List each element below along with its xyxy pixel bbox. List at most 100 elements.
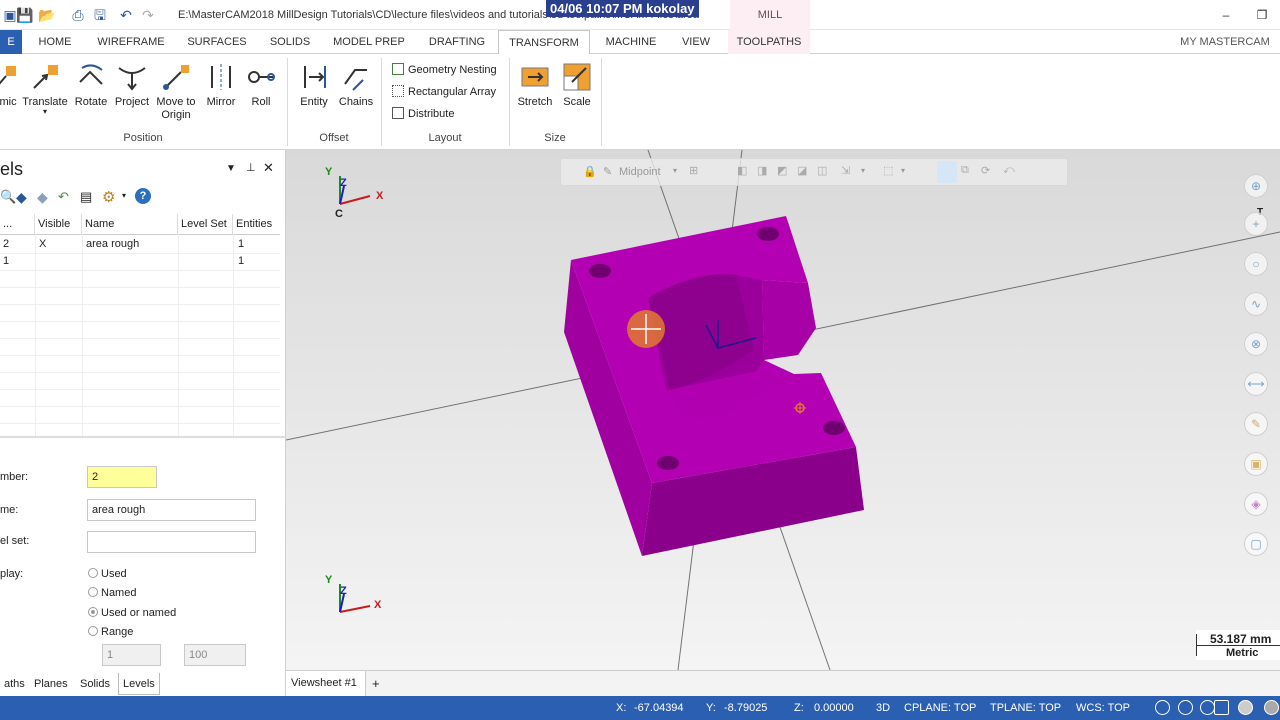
table-row[interactable]: 1 1	[0, 253, 280, 270]
globe-icon[interactable]	[1155, 700, 1170, 715]
verify-select-icon[interactable]	[937, 161, 957, 183]
search-icon[interactable]: 🔍	[0, 189, 16, 205]
tplane-selector[interactable]: TPLANE: TOP	[990, 702, 1061, 714]
pencil-mask-icon[interactable]: ✎	[1244, 412, 1268, 436]
layers-all-icon[interactable]: ◆	[37, 189, 48, 206]
offset-entity-button[interactable]: Entity	[294, 58, 334, 108]
tab-drafting[interactable]: DRAFTING	[420, 30, 494, 54]
geometry-nesting-button[interactable]: Geometry Nesting	[392, 63, 497, 76]
rotate-button[interactable]: Rotate	[72, 58, 110, 108]
dynamic-button[interactable]: amic	[0, 58, 18, 108]
undo-icon[interactable]: ↶	[118, 7, 134, 23]
tab-transform[interactable]: TRANSFORM	[498, 30, 590, 55]
table-row[interactable]: 2 X area rough 1	[0, 236, 280, 253]
solid-select-icon[interactable]: ◧	[737, 164, 747, 177]
tab-planes[interactable]: Planes	[30, 673, 72, 695]
row-visible[interactable]: X	[36, 236, 46, 253]
autocursor-dropdown[interactable]: Midpoint	[619, 166, 661, 178]
tab-solids-manager[interactable]: Solids	[76, 673, 114, 695]
surface-mask-icon[interactable]: ⊗	[1244, 332, 1268, 356]
tab-model-prep[interactable]: MODEL PREP	[328, 30, 410, 54]
chevron-down-icon[interactable]: ▾	[901, 166, 905, 175]
column-header-name[interactable]: Name	[82, 214, 178, 234]
column-header-level-set[interactable]: Level Set	[178, 214, 233, 234]
stretch-button[interactable]: Stretch	[514, 58, 556, 108]
splitter[interactable]	[0, 436, 286, 438]
cplane-selector[interactable]: CPLANE: TOP	[904, 702, 976, 714]
radio-used[interactable]: Used	[88, 568, 127, 580]
project-button[interactable]: Project	[112, 58, 152, 108]
save-icon[interactable]: 💾	[16, 7, 33, 23]
mode-toggle[interactable]: 3D	[876, 702, 890, 714]
arrow-select-icon[interactable]: ⇲	[841, 164, 850, 177]
close-icon[interactable]: ✕	[263, 160, 274, 176]
range-to-field[interactable]: 100	[184, 644, 246, 666]
open-folder-icon[interactable]: 📂	[38, 7, 55, 23]
column-header-visible[interactable]: Visible	[35, 214, 82, 234]
lock-icon[interactable]: 🔒	[583, 165, 597, 178]
minimize-button[interactable]: –	[1219, 8, 1233, 22]
save-as-icon[interactable]: 🖫	[92, 7, 108, 23]
window-select-icon[interactable]: ⬚	[883, 164, 893, 177]
distribute-button[interactable]: Distribute	[392, 107, 454, 120]
number-field[interactable]: 2	[87, 466, 157, 488]
radio-range[interactable]: Range	[88, 626, 133, 638]
restore-button[interactable]: ❐	[1255, 8, 1269, 22]
cylinder-select-icon[interactable]: ◫	[817, 164, 827, 177]
tab-toolpaths-manager[interactable]: aths	[0, 673, 29, 695]
print-icon[interactable]: ⎙	[70, 7, 86, 23]
tab-solids[interactable]: SOLIDS	[262, 30, 318, 54]
right-triad-icon[interactable]: ⊕	[1244, 174, 1268, 198]
column-header-entities[interactable]: Entities	[233, 214, 281, 234]
mesh-mask-icon[interactable]: ◈	[1244, 492, 1268, 516]
range-from-field[interactable]: 1	[102, 644, 161, 666]
chevron-down-icon[interactable]: ▾	[673, 166, 677, 175]
radio-named[interactable]: Named	[88, 587, 136, 599]
add-viewsheet-button[interactable]: +	[372, 676, 380, 691]
tab-surfaces[interactable]: SURFACES	[180, 30, 254, 54]
reset-icon[interactable]: ↶	[58, 189, 69, 205]
grid-globe-icon[interactable]	[1200, 700, 1215, 715]
name-field[interactable]: area rough	[87, 499, 256, 521]
level-set-field[interactable]	[87, 531, 256, 553]
offset-chains-button[interactable]: Chains	[336, 58, 376, 108]
layers-icon[interactable]: ◆	[16, 189, 27, 206]
scale-button[interactable]: Scale	[558, 58, 596, 108]
pin-icon[interactable]: ⊥	[246, 161, 256, 174]
tab-home[interactable]: HOME	[28, 30, 82, 54]
column-header-number[interactable]: ...	[0, 214, 35, 234]
tab-machine[interactable]: MACHINE	[598, 30, 664, 54]
redo-icon[interactable]: ↷	[140, 7, 156, 23]
grid-icon[interactable]: ⊞	[689, 164, 698, 177]
edge-select-icon[interactable]: ◩	[777, 164, 787, 177]
translate-button[interactable]: Translate ▾	[20, 58, 70, 116]
spline-mask-icon[interactable]: ∿	[1244, 292, 1268, 316]
mirror-button[interactable]: Mirror	[202, 58, 240, 108]
view-icon[interactable]	[1214, 700, 1229, 715]
chevron-down-icon[interactable]: ▾	[861, 166, 865, 175]
point-mask-icon[interactable]: +	[1244, 212, 1268, 236]
solid-mask-icon[interactable]: ▣	[1244, 452, 1268, 476]
graphics-viewport[interactable]: Y Z X C Y Z X	[286, 150, 1280, 670]
tab-levels[interactable]: Levels	[118, 673, 160, 695]
rectangular-array-button[interactable]: Rectangular Array	[392, 85, 496, 98]
pencil-icon[interactable]: ✎	[603, 165, 612, 178]
radio-used-or-named[interactable]: Used or named	[88, 607, 176, 619]
dimension-mask-icon[interactable]: ⟷	[1244, 372, 1268, 396]
tab-view[interactable]: VIEW	[674, 30, 718, 54]
gear-icon[interactable]: ⚙	[102, 188, 115, 206]
tab-toolpaths[interactable]: TOOLPATHS	[728, 30, 810, 54]
chevron-down-icon[interactable]: ▾	[122, 191, 126, 200]
clipboard-icon[interactable]: ▤	[80, 189, 92, 205]
move-to-origin-button[interactable]: Move to Origin	[152, 58, 200, 122]
wcs-selector[interactable]: WCS: TOP	[1076, 702, 1130, 714]
face-select-icon[interactable]: ◨	[757, 164, 767, 177]
body-select-icon[interactable]: ◪	[797, 164, 807, 177]
viewsheet-tab[interactable]: Viewsheet #1	[286, 671, 366, 696]
panel-menu-icon[interactable]: ▼	[226, 163, 236, 174]
globe-sphere-icon[interactable]	[1178, 700, 1193, 715]
my-mastercam-link[interactable]: MY MASTERCAM	[1178, 30, 1272, 54]
undo-selection-icon[interactable]: ⤺	[1003, 164, 1015, 177]
arc-mask-icon[interactable]: ○	[1244, 252, 1268, 276]
help-icon[interactable]: ?	[135, 188, 151, 204]
